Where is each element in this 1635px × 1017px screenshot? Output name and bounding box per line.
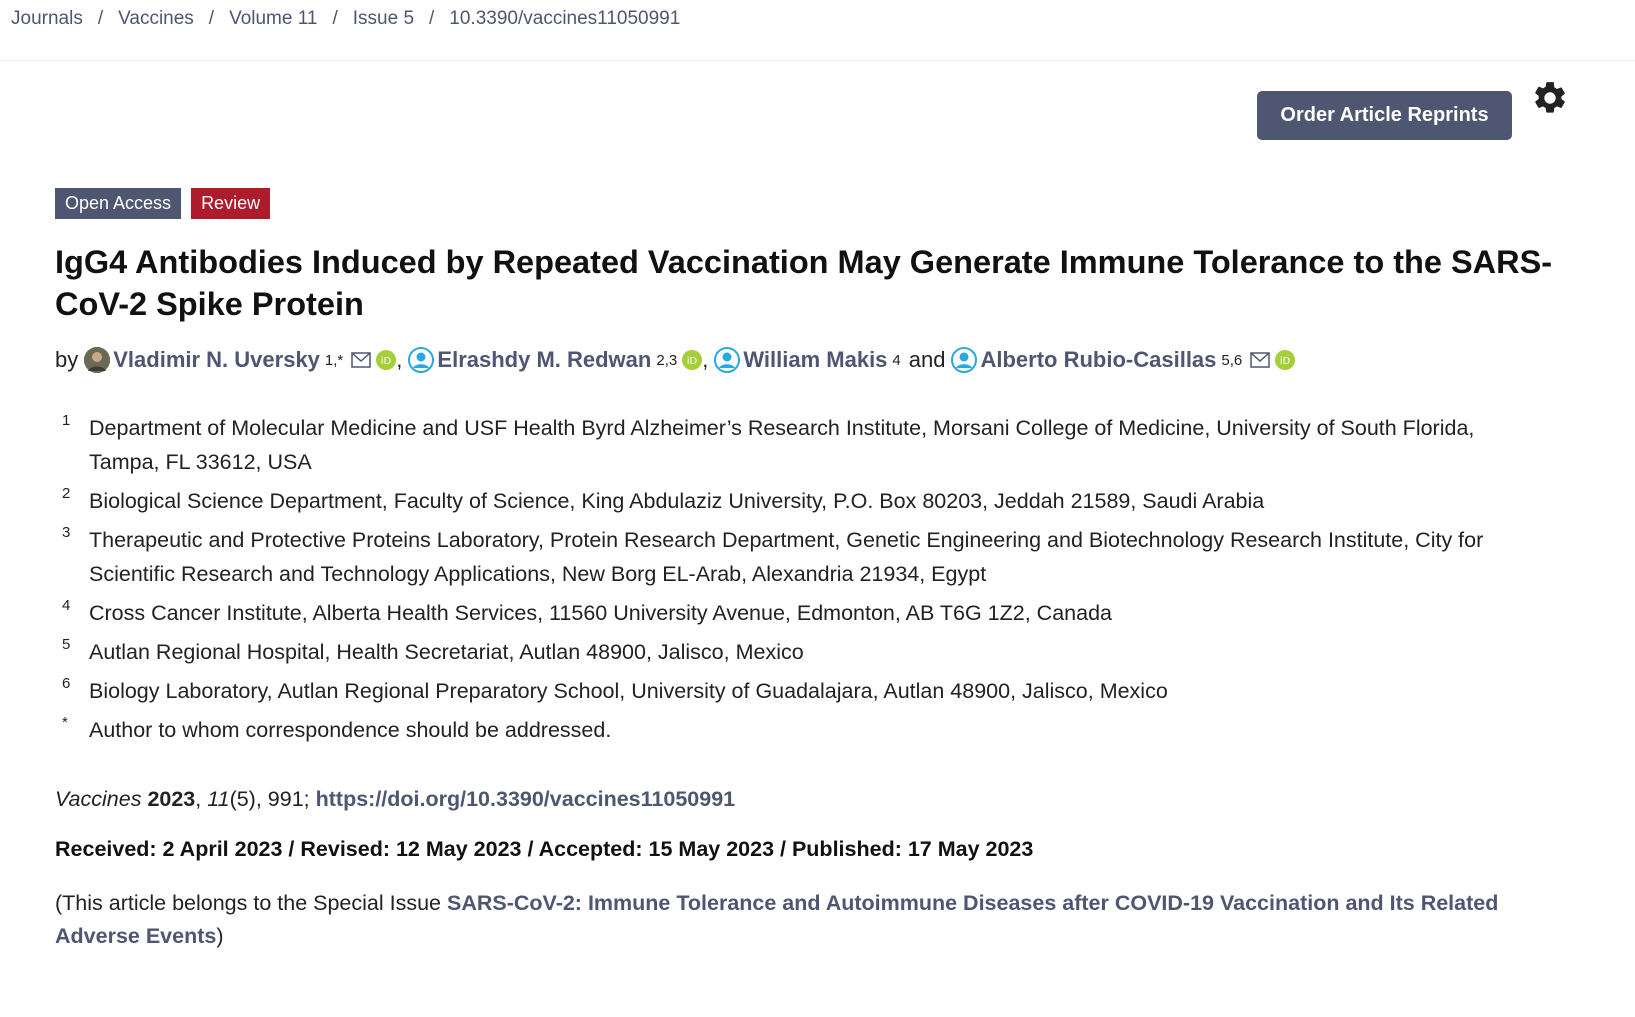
author-affiliation-sup: 1,* [324, 351, 344, 369]
citation-year: 2023 [147, 787, 196, 811]
breadcrumb-separator: / [208, 8, 215, 29]
orcid-icon[interactable]: iD [682, 350, 703, 370]
affiliation-number: 3 [62, 524, 71, 541]
breadcrumb-issue[interactable]: Issue 5 [353, 8, 414, 30]
author-separator: , [702, 347, 709, 372]
affiliation-text: Autlan Regional Hospital, Health Secreta… [89, 640, 804, 664]
article-badges: Open Access Review [55, 188, 271, 219]
article-title: IgG4 Antibodies Induced by Repeated Vacc… [55, 244, 1553, 322]
orcid-icon[interactable]: iD [1275, 350, 1296, 370]
author-name[interactable]: Vladimir N. Uversky [113, 347, 320, 373]
svg-text:iD: iD [1280, 356, 1291, 367]
affiliation-number: 6 [62, 675, 71, 692]
person-icon [951, 347, 978, 373]
special-issue-prefix: (This article belongs to the Special Iss… [55, 891, 447, 915]
breadcrumb-volume[interactable]: Volume 11 [229, 8, 317, 30]
svg-text:iD: iD [687, 356, 698, 367]
affiliation-item: 2 Biological Science Department, Faculty … [62, 484, 1562, 518]
breadcrumb-separator: / [97, 8, 104, 29]
author-name[interactable]: Elrashdy M. Redwan [437, 347, 651, 373]
by-label: by [55, 347, 79, 372]
author-avatar [84, 347, 111, 373]
citation-issue-pages: (5), 991; [229, 787, 310, 811]
author-affiliation-sup: 4 [892, 351, 901, 369]
affiliation-item: 5 Autlan Regional Hospital, Health Secret… [62, 635, 1562, 669]
svg-text:iD: iD [381, 356, 392, 367]
doi-link[interactable]: https://doi.org/10.3390/vaccines11050991 [316, 787, 735, 811]
person-icon [408, 347, 435, 373]
breadcrumb-journals[interactable]: Journals [11, 8, 83, 30]
citation-journal: Vaccines [55, 787, 142, 811]
citation-volume: 11 [207, 787, 230, 811]
affiliation-text: Cross Cancer Institute, Alberta Health S… [89, 601, 1112, 625]
gear-icon[interactable] [1531, 79, 1569, 117]
orcid-icon[interactable]: iD [376, 350, 397, 370]
affiliation-text: Department of Molecular Medicine and USF… [89, 416, 1475, 474]
affiliation-number: 5 [62, 636, 71, 653]
special-issue-suffix: ) [216, 924, 224, 948]
affiliation-item: * Author to whom correspondence should be… [62, 713, 1562, 747]
order-reprints-button[interactable]: Order Article Reprints [1257, 91, 1512, 140]
author-affiliation-sup: 2,3 [656, 351, 678, 369]
affiliation-number: * [62, 714, 68, 731]
mail-icon[interactable] [351, 352, 372, 368]
affiliation-item: 6 Biology Laboratory, Autlan Regional Pre… [62, 674, 1562, 708]
person-icon [714, 347, 741, 373]
affiliation-number: 2 [62, 485, 71, 502]
affiliation-list: 1 Department of Molecular Medicine and US… [62, 411, 1562, 752]
affiliation-number: 4 [62, 597, 71, 614]
author-list: by Vladimir N. Uversky 1,* iD , Elrashdy… [55, 347, 1595, 373]
breadcrumb: Journals / Vaccines / Volume 11 / Issue … [0, 0, 1635, 60]
citation-line: Vaccines 2023, 11(5), 991; https://doi.o… [55, 787, 736, 811]
affiliation-item: 3 Therapeutic and Protective Proteins Lab… [62, 523, 1562, 591]
affiliation-text: Biological Science Department, Faculty o… [89, 489, 1265, 513]
affiliation-number: 1 [62, 412, 71, 429]
open-access-badge: Open Access [55, 188, 182, 219]
breadcrumb-separator: / [429, 8, 435, 29]
author-affiliation-sup: 5,6 [1221, 351, 1243, 369]
affiliation-text: Biology Laboratory, Autlan Regional Prep… [89, 679, 1168, 703]
author-separator: , [396, 347, 403, 372]
special-issue-note: (This article belongs to the Special Iss… [55, 887, 1535, 953]
affiliation-text: Therapeutic and Protective Proteins Labo… [89, 528, 1484, 586]
publication-dates: Received: 2 April 2023 / Revised: 12 May… [55, 837, 1034, 861]
mail-icon[interactable] [1250, 352, 1271, 368]
affiliation-text: Author to whom correspondence should be … [89, 718, 612, 742]
author-name[interactable]: William Makis [743, 347, 887, 373]
author-and: and [908, 347, 946, 372]
breadcrumb-separator: / [332, 8, 338, 29]
affiliation-item: 4 Cross Cancer Institute, Alberta Health … [62, 596, 1562, 630]
affiliation-item: 1 Department of Molecular Medicine and US… [62, 411, 1562, 479]
breadcrumb-doi: 10.3390/vaccines11050991 [449, 8, 681, 29]
author-name[interactable]: Alberto Rubio-Casillas [980, 347, 1216, 373]
review-badge: Review [191, 188, 271, 219]
breadcrumb-vaccines[interactable]: Vaccines [118, 8, 194, 30]
article-header: Order Article Reprints Open Access Revie… [0, 61, 1635, 988]
